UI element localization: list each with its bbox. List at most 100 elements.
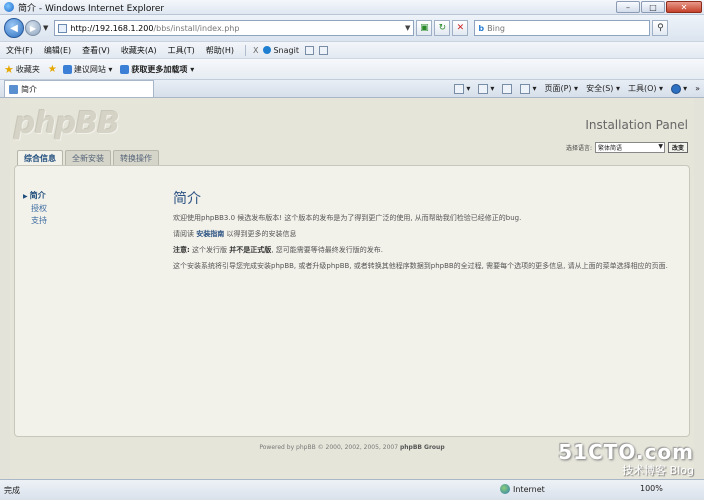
favorites-bar: ★ 收藏夹 ★ 建议网站 ▾ 获取更多加载项 ▾ — [0, 58, 704, 79]
language-value: 繁体简语 — [597, 145, 622, 152]
sidenav-item-license[interactable]: 授权 — [23, 203, 47, 215]
get-addons-label: 获取更多加载项 ▾ — [131, 64, 195, 74]
page-menu[interactable]: 页面(P) ▾ — [544, 83, 578, 94]
page-viewport: phpBB Installation Panel 选择语言: 繁体简语 ▼ 改变… — [0, 98, 704, 479]
language-selector: 选择语言: 繁体简语 ▼ 改变 — [566, 142, 688, 153]
security-zone[interactable]: Internet — [500, 484, 545, 494]
tab-bar: 简介 ▾ ▾ ▾ 页面(P) ▾ 安全(S) ▾ 工具(O) ▾ ▾ » — [0, 79, 704, 98]
overview-paragraph: 这个安装系统将引导您完成安装phpBB, 或者升级phpBB, 或者转换其他程序… — [173, 262, 668, 270]
search-icon[interactable]: ⚲ — [652, 20, 669, 36]
ie-logo-icon — [4, 2, 14, 12]
menu-file[interactable]: 文件(F) — [6, 45, 33, 56]
url-host: http://192.168.1.200 — [70, 23, 154, 33]
menu-view[interactable]: 查看(V) — [82, 45, 110, 56]
snagit-button[interactable]: Snagit — [263, 46, 299, 55]
tools-menu[interactable]: 工具(O) ▾ — [628, 83, 663, 94]
tab-overview[interactable]: 综合信息 — [17, 150, 63, 165]
sidenav-item-support[interactable]: 支持 — [23, 215, 47, 227]
menu-favorites[interactable]: 收藏夹(A) — [121, 45, 157, 56]
watermark-sub: 技术博客 Blog — [622, 464, 694, 477]
forward-button[interactable]: ▶ — [25, 20, 41, 36]
sidenav-support-label: 支持 — [31, 216, 47, 225]
tab-label: 简介 — [21, 84, 37, 94]
language-dropdown-icon: ▼ — [658, 143, 663, 150]
snagit-label: Snagit — [273, 45, 299, 55]
help-button[interactable]: ▾ — [671, 83, 687, 94]
language-label: 选择语言: — [565, 145, 592, 152]
zoom-level[interactable]: 100% — [640, 484, 663, 493]
change-language-button[interactable]: 改变 — [667, 142, 688, 153]
home-button[interactable]: ▾ — [454, 83, 470, 94]
suggested-sites-label: 建议网站 ▾ — [73, 64, 113, 74]
snagit-capture-icon[interactable] — [304, 45, 314, 55]
menu-separator — [244, 44, 246, 56]
mail-button[interactable] — [502, 83, 513, 94]
note-label: 注意: — [173, 246, 190, 254]
history-dropdown-icon[interactable]: ▼ — [43, 24, 48, 32]
add-favorite-icon[interactable]: ★ — [48, 64, 57, 75]
url-dropdown-icon[interactable]: ▼ — [405, 24, 410, 32]
suggested-sites-link[interactable]: 建议网站 ▾ — [62, 64, 113, 75]
feeds-button[interactable]: ▾ — [478, 83, 494, 94]
menu-tools[interactable]: 工具(T) — [168, 45, 195, 56]
note-rest: , 您可能需要等待最终发行版的发布. — [271, 246, 383, 254]
home-icon — [454, 83, 465, 94]
more-button[interactable]: » — [695, 84, 700, 93]
sidenav-license-label: 授权 — [31, 204, 47, 213]
page-icon — [58, 23, 68, 33]
refresh-icon[interactable]: ↻ — [434, 20, 451, 36]
tab-convert[interactable]: 转换操作 — [113, 150, 159, 165]
print-icon — [520, 83, 531, 94]
minimize-button[interactable]: – — [616, 1, 640, 13]
menu-help[interactable]: 帮助(H) — [206, 45, 234, 56]
snagit-editor-icon[interactable] — [318, 45, 328, 55]
install-guide-link[interactable]: 安装指南 — [196, 230, 224, 238]
window-title: 简介 - Windows Internet Explorer — [18, 3, 165, 14]
phpbb-page: phpBB Installation Panel 选择语言: 繁体简语 ▼ 改变… — [10, 98, 694, 479]
suggested-sites-icon — [62, 64, 72, 74]
close-button[interactable]: ✕ — [666, 1, 702, 13]
favorites-star-icon[interactable]: ★ — [4, 63, 14, 76]
mail-icon — [502, 83, 513, 94]
phpbb-logo[interactable]: phpBB — [14, 106, 120, 141]
note-paragraph: 注意: 这个发行版 并不是正式版, 您可能需要等待最终发行版的发布. — [173, 245, 673, 255]
search-field[interactable]: b — [474, 20, 651, 36]
maximize-button[interactable]: □ — [641, 1, 665, 13]
title-bar: 简介 - Windows Internet Explorer – □ ✕ — [0, 0, 704, 15]
favorites-label[interactable]: 收藏夹 — [16, 64, 40, 75]
status-text: 完成 — [4, 485, 20, 495]
stop-icon[interactable]: ✕ — [452, 20, 469, 36]
page-heading: 简介 — [173, 191, 201, 207]
main-content: 简介 欢迎使用phpBB3.0 候选发布版本! 这个版本的发布是为了得到更广泛的… — [173, 188, 673, 277]
url-field[interactable]: http://192.168.1.200 /bbs/install/index.… — [54, 20, 415, 36]
installation-panel-title: Installation Panel — [585, 118, 688, 132]
get-addons-icon — [120, 64, 130, 74]
menu-edit[interactable]: 编辑(E) — [44, 45, 71, 56]
globe-icon — [500, 484, 510, 494]
window-controls: – □ ✕ — [616, 1, 702, 13]
content-panel: ▶ 简介 授权 支持 简介 欢迎使用phpBB3.0 候选发布版本! 这个版本的发… — [14, 165, 690, 437]
zone-label: Internet — [513, 484, 545, 494]
status-bar: 完成 Internet 100% — [0, 479, 704, 500]
note-mid: 这个发行版 — [192, 246, 228, 254]
compatibility-icon[interactable]: ▣ — [416, 20, 433, 36]
guide-suffix: 以得到更多的安装信息 — [226, 230, 297, 238]
toolbar-close-button[interactable]: X — [253, 46, 258, 55]
browser-tab[interactable]: 简介 — [4, 80, 154, 97]
phpbb-group-link[interactable]: phpBB Group — [400, 444, 445, 451]
welcome-paragraph: 欢迎使用phpBB3.0 候选发布版本! 这个版本的发布是为了得到更广泛的使用,… — [173, 214, 522, 222]
sidenav-item-intro[interactable]: ▶ 简介 — [23, 190, 47, 203]
url-path: /bbs/install/index.php — [153, 23, 240, 33]
install-tabs: 综合信息 全新安装 转换操作 — [17, 150, 159, 165]
search-input[interactable] — [487, 23, 618, 33]
print-button[interactable]: ▾ — [520, 83, 536, 94]
current-arrow-icon: ▶ — [23, 193, 28, 200]
footer-text: Powered by phpBB © 2000, 2002, 2005, 200… — [259, 444, 399, 451]
safety-menu[interactable]: 安全(S) ▾ — [586, 83, 620, 94]
tab-install[interactable]: 全新安装 — [65, 150, 111, 165]
help-icon — [671, 83, 682, 94]
get-addons-link[interactable]: 获取更多加载项 ▾ — [120, 64, 194, 75]
back-button[interactable]: ◀ — [4, 18, 24, 38]
language-select[interactable]: 繁体简语 ▼ — [594, 142, 665, 153]
bing-icon: b — [478, 23, 485, 33]
